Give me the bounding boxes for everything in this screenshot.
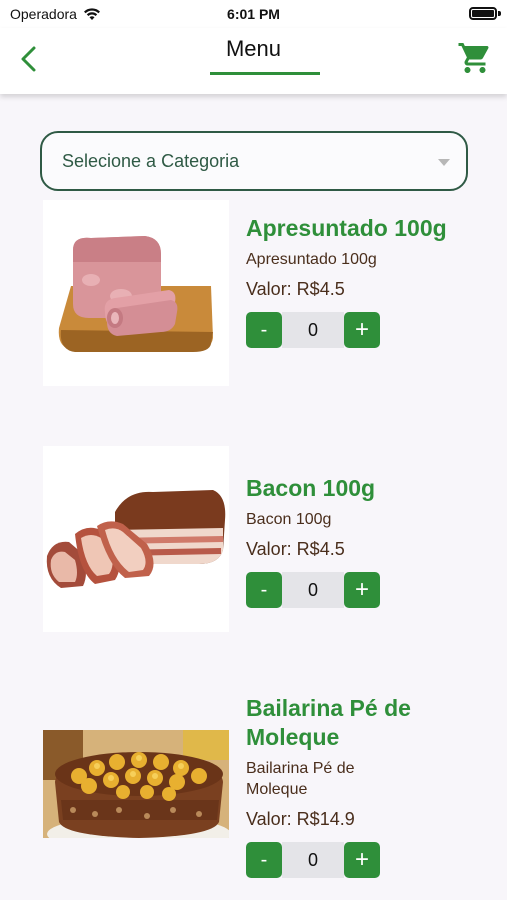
product-description: Apresuntado 100g [246,251,377,268]
chevron-down-icon [438,159,450,166]
cart-icon[interactable] [457,40,493,76]
category-select-label: Selecione a Categoria [62,150,240,171]
quantity-value: 0 [282,572,344,608]
decrement-button[interactable]: - [246,842,282,878]
product-info: Apresuntado 100g Apresuntado 100g Valor:… [246,214,486,348]
product-description: Bailarina Pé de Moleque [246,760,355,798]
clock: 6:01 PM [227,6,280,22]
cake-image [43,730,231,852]
ham-illustration [43,200,229,386]
decrement-button[interactable]: - [246,312,282,348]
increment-button[interactable]: + [344,572,380,608]
bacon-illustration [43,446,229,632]
quantity-stepper: - 0 + [246,572,486,608]
product-name: Apresuntado 100g [246,215,447,241]
battery-icon [469,7,497,20]
page-title: Menu [225,36,282,61]
status-bar: Operadora 6:01 PM [0,0,507,28]
product-info: Bailarina Pé de Moleque Bailarina Pé de … [246,694,486,878]
product-price: Valor: R$4.5 [246,279,345,299]
product-price: Valor: R$4.5 [246,539,345,559]
quantity-value: 0 [282,842,344,878]
product-name: Bacon 100g [246,475,376,501]
product-info: Bacon 100g Bacon 100g Valor: R$4.5 - 0 + [246,474,486,608]
product-description: Bacon 100g [246,511,332,528]
nav-bar: Menu [0,28,507,94]
product-price: Valor: R$14.9 [246,809,355,829]
category-select[interactable]: Selecione a Categoria [40,131,468,191]
bacon-image [43,446,229,632]
battery-tip [498,11,501,16]
cake-illustration [43,730,231,852]
quantity-stepper: - 0 + [246,312,486,348]
product-name: Bailarina Pé de Moleque [246,695,411,750]
sliced-ham-image [43,200,229,386]
decrement-button[interactable]: - [246,572,282,608]
title-underline [210,72,320,75]
increment-button[interactable]: + [344,842,380,878]
quantity-stepper: - 0 + [246,842,486,878]
increment-button[interactable]: + [344,312,380,348]
quantity-value: 0 [282,312,344,348]
